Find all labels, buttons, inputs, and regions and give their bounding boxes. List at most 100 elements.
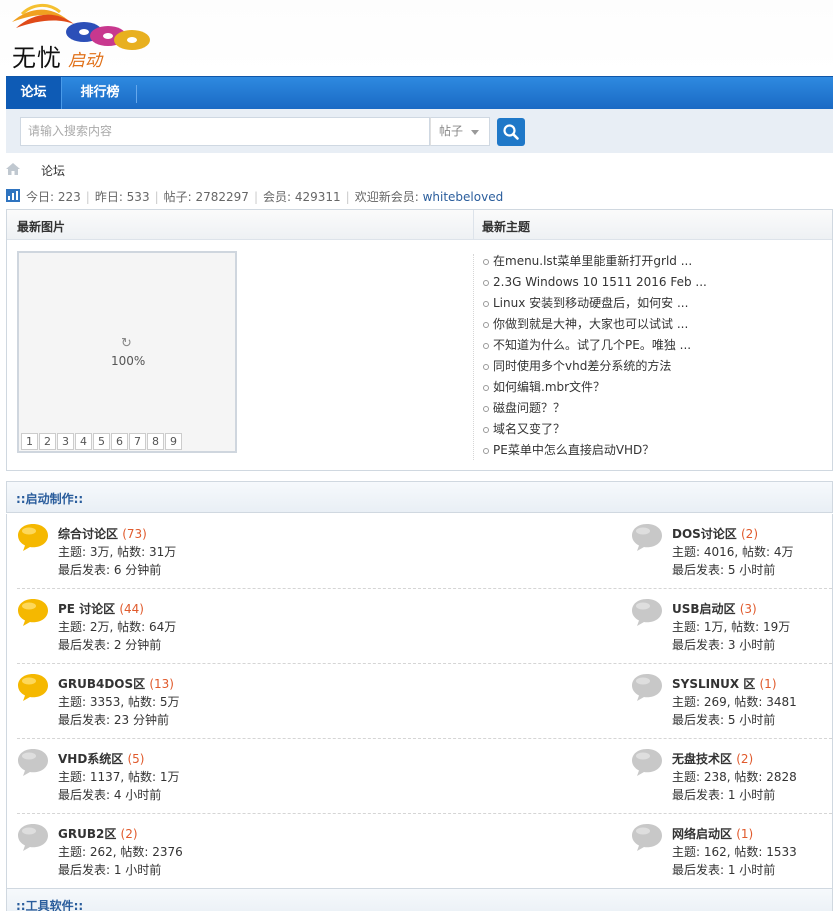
stat-yesterday: 昨日: 533 [94, 190, 150, 204]
latest-topics-list: 在menu.lst菜单里能重新打开grld ... 2.3G Windows 10… [483, 251, 823, 461]
forum-stats: 主题: 3万, 帖数: 31万 [58, 545, 177, 559]
today-count: (2) [120, 827, 138, 841]
forum-name[interactable]: USB启动区 (3) [672, 600, 757, 617]
no-new-posts-bubble-icon [631, 822, 663, 852]
topic-link[interactable]: 2.3G Windows 10 1511 2016 Feb ... [483, 272, 823, 293]
forum-item[interactable]: DOS讨论区 (2) 主题: 4016, 帖数: 4万 最后发表: 5 小时前 [621, 514, 833, 589]
search-bar: 请输入搜索内容 帖子 [6, 109, 833, 153]
pager-item[interactable]: 8 [147, 433, 164, 450]
site-header: 无忧 启动 [0, 0, 833, 76]
forum-stats: 主题: 1137, 帖数: 1万 [58, 770, 180, 784]
search-button[interactable] [497, 118, 525, 146]
today-count: (3) [739, 602, 757, 616]
forum-last-post[interactable]: 最后发表: 1 小时前 [58, 861, 161, 878]
home-icon[interactable] [6, 163, 20, 175]
nav-item-ranking[interactable]: 排行榜 [64, 77, 136, 109]
topic-link[interactable]: 域名又变了？ [483, 419, 823, 440]
topic-link[interactable]: Linux 安装到移动硬盘后，如何安 ... [483, 293, 823, 314]
topic-link[interactable]: 如何编辑.mbr文件？ [483, 377, 823, 398]
topic-link[interactable]: 磁盘问题？？ [483, 398, 823, 419]
forum-item[interactable]: USB启动区 (3) 主题: 1万, 帖数: 19万 最后发表: 3 小时前 [621, 589, 833, 664]
row-divider [17, 663, 832, 664]
section-header-boot[interactable]: ::启动制作:: [6, 481, 833, 513]
new-member-link[interactable]: whitebeloved [423, 190, 504, 204]
forum-last-post[interactable]: 最后发表: 23 分钟前 [58, 711, 169, 728]
forum-name[interactable]: GRUB4DOS区 (13) [58, 675, 174, 692]
forum-item[interactable]: VHD系统区 (5) 主题: 1137, 帖数: 1万 最后发表: 4 小时前 [7, 739, 397, 814]
pager-item[interactable]: 2 [39, 433, 56, 450]
search-type-select[interactable]: 帖子 [430, 117, 490, 146]
topic-link[interactable]: 同时使用多个vhd差分系统的方法 [483, 356, 823, 377]
section-title: ::工具软件:: [16, 899, 84, 911]
forum-last-post[interactable]: 最后发表: 6 分钟前 [58, 561, 161, 578]
forum-stats: 主题: 262, 帖数: 2376 [58, 845, 183, 859]
latest-panel: 最新图片 最新主题 ↻ 100% 123456789 在menu.lst菜单里能… [6, 209, 833, 471]
topic-link[interactable]: 不知道为什么。试了几个PE。唯独 ... [483, 335, 823, 356]
forum-name[interactable]: DOS讨论区 (2) [672, 525, 758, 542]
forum-item[interactable]: PE 讨论区 (44) 主题: 2万, 帖数: 64万 最后发表: 2 分钟前 [7, 589, 397, 664]
forum-name[interactable]: 无盘技术区 (2) [672, 750, 753, 767]
today-count: (1) [759, 677, 777, 691]
forum-name[interactable]: SYSLINUX 区 (1) [672, 675, 777, 692]
topic-link[interactable]: 你做到就是大神，大家也可以试试 ... [483, 314, 823, 335]
today-count: (13) [149, 677, 174, 691]
image-slideshow[interactable]: ↻ 100% 123456789 [17, 251, 237, 453]
forum-last-post[interactable]: 最后发表: 2 分钟前 [58, 636, 161, 653]
forum-item[interactable]: GRUB2区 (2) 主题: 262, 帖数: 2376 最后发表: 1 小时前 [7, 814, 397, 889]
pager-item[interactable]: 1 [21, 433, 38, 450]
chevron-down-icon [471, 130, 479, 135]
forum-item[interactable]: 网络启动区 (1) 主题: 162, 帖数: 1533 最后发表: 1 小时前 [621, 814, 833, 889]
slideshow-pager: 123456789 [21, 433, 183, 451]
loading-percent: 100% [111, 354, 146, 368]
forum-last-post[interactable]: 最后发表: 5 小时前 [672, 561, 775, 578]
forum-stats: 主题: 2万, 帖数: 64万 [58, 620, 177, 634]
forum-item[interactable]: SYSLINUX 区 (1) 主题: 269, 帖数: 3481 最后发表: 5 小… [621, 664, 833, 739]
forum-last-post[interactable]: 最后发表: 5 小时前 [672, 711, 775, 728]
search-type-label: 帖子 [439, 124, 464, 138]
forum-last-post[interactable]: 最后发表: 3 小时前 [672, 636, 775, 653]
no-new-posts-bubble-icon [631, 597, 663, 627]
forum-name[interactable]: 网络启动区 (1) [672, 825, 753, 842]
forum-name[interactable]: GRUB2区 (2) [58, 825, 138, 842]
forum-last-post[interactable]: 最后发表: 1 小时前 [672, 861, 775, 878]
forum-name[interactable]: 综合讨论区 (73) [58, 525, 147, 542]
pager-item[interactable]: 7 [129, 433, 146, 450]
search-input[interactable]: 请输入搜索内容 [20, 117, 430, 146]
forum-last-post[interactable]: 最后发表: 1 小时前 [672, 786, 775, 803]
section-header-tools[interactable]: ::工具软件:: [6, 888, 833, 911]
row-divider [17, 588, 832, 589]
row-divider [17, 738, 832, 739]
pager-item[interactable]: 6 [111, 433, 128, 450]
forum-stats: 主题: 1万, 帖数: 19万 [672, 620, 791, 634]
today-count: (1) [736, 827, 754, 841]
forum-name[interactable]: VHD系统区 (5) [58, 750, 144, 767]
section-title: ::启动制作:: [16, 492, 84, 506]
forum-item[interactable]: GRUB4DOS区 (13) 主题: 3353, 帖数: 5万 最后发表: 23 分… [7, 664, 397, 739]
forum-list: 综合讨论区 (73) 主题: 3万, 帖数: 31万 最后发表: 6 分钟前 DOS讨… [6, 514, 833, 888]
latest-images-title: 最新图片 [17, 220, 66, 234]
new-posts-bubble-icon [17, 672, 49, 702]
main-nav: 论坛 排行榜 [6, 76, 833, 109]
new-posts-bubble-icon [17, 597, 49, 627]
forum-name[interactable]: PE 讨论区 (44) [58, 600, 144, 617]
pager-item[interactable]: 4 [75, 433, 92, 450]
breadcrumb-current[interactable]: 论坛 [41, 162, 65, 179]
pager-item[interactable]: 5 [93, 433, 110, 450]
forum-item[interactable]: 无盘技术区 (2) 主题: 238, 帖数: 2828 最后发表: 1 小时前 [621, 739, 833, 814]
forum-stats: 主题: 238, 帖数: 2828 [672, 770, 797, 784]
nav-divider [136, 85, 137, 103]
pager-item[interactable]: 3 [57, 433, 74, 450]
topic-link[interactable]: PE菜单中怎么直接启动VHD？ [483, 440, 823, 461]
forum-stats: 主题: 162, 帖数: 1533 [672, 845, 797, 859]
forum-last-post[interactable]: 最后发表: 4 小时前 [58, 786, 161, 803]
pager-item[interactable]: 9 [165, 433, 182, 450]
logo-main-text: 无忧 [12, 44, 62, 72]
stat-today: 今日: 223 [26, 190, 81, 204]
no-new-posts-bubble-icon [17, 822, 49, 852]
new-posts-bubble-icon [17, 522, 49, 552]
forum-item[interactable]: 综合讨论区 (73) 主题: 3万, 帖数: 31万 最后发表: 6 分钟前 [7, 514, 397, 589]
loading-icon: ↻ [121, 336, 132, 351]
topic-link[interactable]: 在menu.lst菜单里能重新打开grld ... [483, 251, 823, 272]
no-new-posts-bubble-icon [631, 522, 663, 552]
nav-item-forum[interactable]: 论坛 [6, 77, 62, 109]
